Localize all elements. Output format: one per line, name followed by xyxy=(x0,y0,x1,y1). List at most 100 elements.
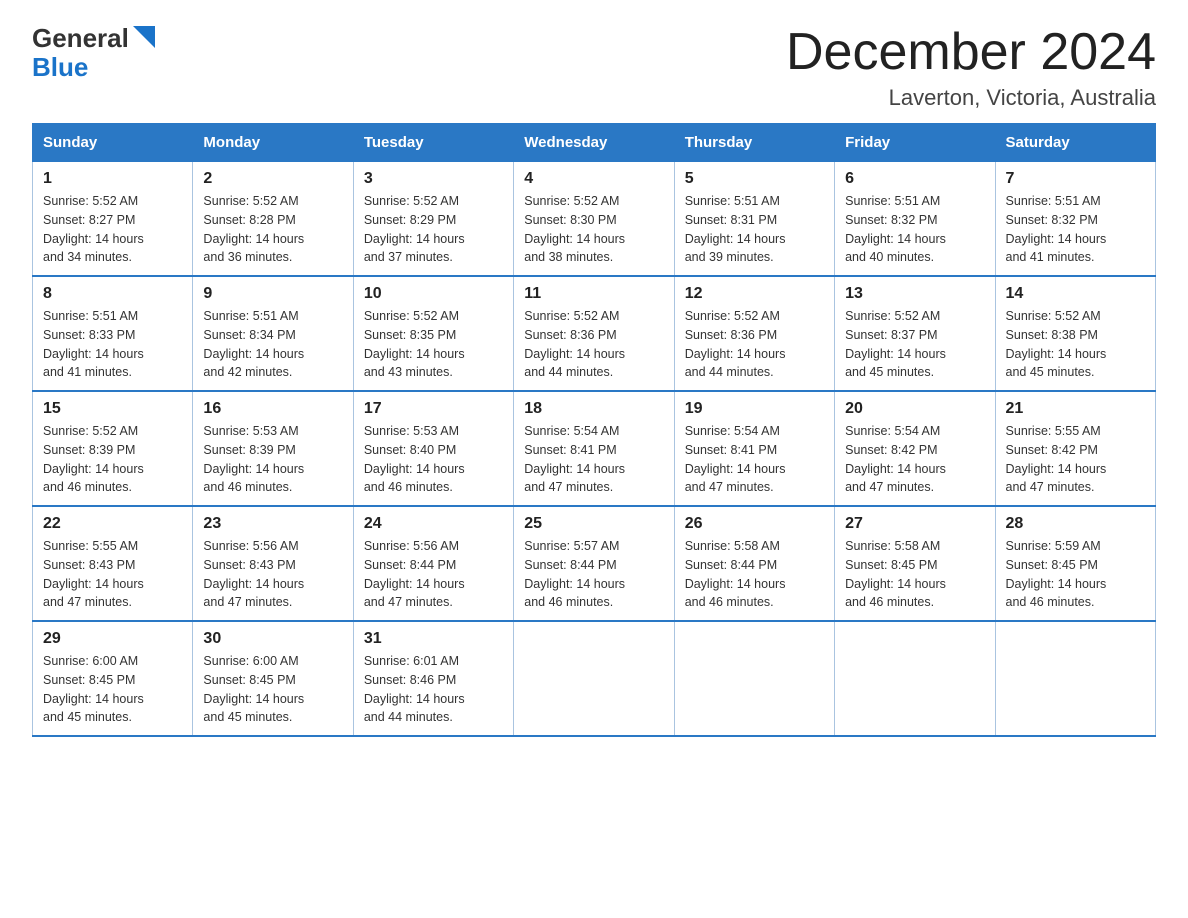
day-number: 8 xyxy=(43,285,182,303)
calendar-cell: 5 Sunrise: 5:51 AMSunset: 8:31 PMDayligh… xyxy=(674,162,834,277)
day-info: Sunrise: 6:01 AMSunset: 8:46 PMDaylight:… xyxy=(364,654,465,724)
day-info: Sunrise: 5:56 AMSunset: 8:44 PMDaylight:… xyxy=(364,539,465,609)
day-number: 26 xyxy=(685,515,824,533)
logo-text-blue: Blue xyxy=(32,53,155,82)
day-info: Sunrise: 5:55 AMSunset: 8:43 PMDaylight:… xyxy=(43,539,144,609)
day-number: 23 xyxy=(203,515,342,533)
day-number: 19 xyxy=(685,400,824,418)
calendar-cell: 24 Sunrise: 5:56 AMSunset: 8:44 PMDaylig… xyxy=(353,506,513,621)
page-header: General Blue December 2024 Laverton, Vic… xyxy=(32,24,1156,111)
location-title: Laverton, Victoria, Australia xyxy=(786,85,1156,111)
day-number: 1 xyxy=(43,170,182,188)
calendar-table: SundayMondayTuesdayWednesdayThursdayFrid… xyxy=(32,123,1156,737)
calendar-cell: 20 Sunrise: 5:54 AMSunset: 8:42 PMDaylig… xyxy=(835,391,995,506)
day-number: 7 xyxy=(1006,170,1145,188)
day-info: Sunrise: 5:57 AMSunset: 8:44 PMDaylight:… xyxy=(524,539,625,609)
day-header-saturday: Saturday xyxy=(995,124,1155,162)
calendar-cell: 2 Sunrise: 5:52 AMSunset: 8:28 PMDayligh… xyxy=(193,162,353,277)
week-row-2: 8 Sunrise: 5:51 AMSunset: 8:33 PMDayligh… xyxy=(33,276,1156,391)
day-info: Sunrise: 5:52 AMSunset: 8:39 PMDaylight:… xyxy=(43,424,144,494)
day-number: 10 xyxy=(364,285,503,303)
week-row-3: 15 Sunrise: 5:52 AMSunset: 8:39 PMDaylig… xyxy=(33,391,1156,506)
calendar-cell: 22 Sunrise: 5:55 AMSunset: 8:43 PMDaylig… xyxy=(33,506,193,621)
day-number: 3 xyxy=(364,170,503,188)
day-info: Sunrise: 5:58 AMSunset: 8:45 PMDaylight:… xyxy=(845,539,946,609)
day-info: Sunrise: 5:54 AMSunset: 8:42 PMDaylight:… xyxy=(845,424,946,494)
calendar-cell: 17 Sunrise: 5:53 AMSunset: 8:40 PMDaylig… xyxy=(353,391,513,506)
calendar-cell: 10 Sunrise: 5:52 AMSunset: 8:35 PMDaylig… xyxy=(353,276,513,391)
day-header-monday: Monday xyxy=(193,124,353,162)
day-number: 6 xyxy=(845,170,984,188)
day-number: 22 xyxy=(43,515,182,533)
day-info: Sunrise: 5:52 AMSunset: 8:36 PMDaylight:… xyxy=(524,309,625,379)
calendar-cell: 3 Sunrise: 5:52 AMSunset: 8:29 PMDayligh… xyxy=(353,162,513,277)
day-number: 5 xyxy=(685,170,824,188)
day-info: Sunrise: 5:54 AMSunset: 8:41 PMDaylight:… xyxy=(524,424,625,494)
day-number: 16 xyxy=(203,400,342,418)
week-row-1: 1 Sunrise: 5:52 AMSunset: 8:27 PMDayligh… xyxy=(33,162,1156,277)
calendar-cell xyxy=(674,621,834,736)
calendar-cell: 11 Sunrise: 5:52 AMSunset: 8:36 PMDaylig… xyxy=(514,276,674,391)
day-info: Sunrise: 5:54 AMSunset: 8:41 PMDaylight:… xyxy=(685,424,786,494)
calendar-cell: 19 Sunrise: 5:54 AMSunset: 8:41 PMDaylig… xyxy=(674,391,834,506)
day-info: Sunrise: 5:51 AMSunset: 8:32 PMDaylight:… xyxy=(1006,194,1107,264)
day-number: 2 xyxy=(203,170,342,188)
month-title: December 2024 xyxy=(786,24,1156,81)
calendar-cell: 18 Sunrise: 5:54 AMSunset: 8:41 PMDaylig… xyxy=(514,391,674,506)
title-block: December 2024 Laverton, Victoria, Austra… xyxy=(786,24,1156,111)
day-info: Sunrise: 5:51 AMSunset: 8:34 PMDaylight:… xyxy=(203,309,304,379)
calendar-cell: 7 Sunrise: 5:51 AMSunset: 8:32 PMDayligh… xyxy=(995,162,1155,277)
day-number: 28 xyxy=(1006,515,1145,533)
day-info: Sunrise: 5:56 AMSunset: 8:43 PMDaylight:… xyxy=(203,539,304,609)
calendar-cell xyxy=(835,621,995,736)
day-number: 25 xyxy=(524,515,663,533)
day-number: 12 xyxy=(685,285,824,303)
day-info: Sunrise: 5:51 AMSunset: 8:31 PMDaylight:… xyxy=(685,194,786,264)
day-number: 30 xyxy=(203,630,342,648)
day-info: Sunrise: 5:51 AMSunset: 8:32 PMDaylight:… xyxy=(845,194,946,264)
day-number: 9 xyxy=(203,285,342,303)
day-info: Sunrise: 5:52 AMSunset: 8:28 PMDaylight:… xyxy=(203,194,304,264)
day-info: Sunrise: 5:53 AMSunset: 8:39 PMDaylight:… xyxy=(203,424,304,494)
calendar-cell xyxy=(514,621,674,736)
day-number: 15 xyxy=(43,400,182,418)
day-number: 21 xyxy=(1006,400,1145,418)
day-info: Sunrise: 5:52 AMSunset: 8:27 PMDaylight:… xyxy=(43,194,144,264)
day-number: 20 xyxy=(845,400,984,418)
calendar-cell: 12 Sunrise: 5:52 AMSunset: 8:36 PMDaylig… xyxy=(674,276,834,391)
day-info: Sunrise: 5:59 AMSunset: 8:45 PMDaylight:… xyxy=(1006,539,1107,609)
day-number: 27 xyxy=(845,515,984,533)
day-header-sunday: Sunday xyxy=(33,124,193,162)
calendar-cell: 9 Sunrise: 5:51 AMSunset: 8:34 PMDayligh… xyxy=(193,276,353,391)
logo-triangle-icon xyxy=(133,26,155,48)
day-header-tuesday: Tuesday xyxy=(353,124,513,162)
week-row-5: 29 Sunrise: 6:00 AMSunset: 8:45 PMDaylig… xyxy=(33,621,1156,736)
calendar-cell: 1 Sunrise: 5:52 AMSunset: 8:27 PMDayligh… xyxy=(33,162,193,277)
day-number: 18 xyxy=(524,400,663,418)
calendar-cell: 30 Sunrise: 6:00 AMSunset: 8:45 PMDaylig… xyxy=(193,621,353,736)
calendar-cell: 28 Sunrise: 5:59 AMSunset: 8:45 PMDaylig… xyxy=(995,506,1155,621)
calendar-cell: 26 Sunrise: 5:58 AMSunset: 8:44 PMDaylig… xyxy=(674,506,834,621)
day-number: 31 xyxy=(364,630,503,648)
calendar-cell: 8 Sunrise: 5:51 AMSunset: 8:33 PMDayligh… xyxy=(33,276,193,391)
day-number: 4 xyxy=(524,170,663,188)
calendar-cell: 27 Sunrise: 5:58 AMSunset: 8:45 PMDaylig… xyxy=(835,506,995,621)
calendar-cell: 13 Sunrise: 5:52 AMSunset: 8:37 PMDaylig… xyxy=(835,276,995,391)
day-number: 13 xyxy=(845,285,984,303)
day-info: Sunrise: 5:51 AMSunset: 8:33 PMDaylight:… xyxy=(43,309,144,379)
calendar-cell: 6 Sunrise: 5:51 AMSunset: 8:32 PMDayligh… xyxy=(835,162,995,277)
day-info: Sunrise: 5:52 AMSunset: 8:38 PMDaylight:… xyxy=(1006,309,1107,379)
day-header-wednesday: Wednesday xyxy=(514,124,674,162)
day-info: Sunrise: 5:52 AMSunset: 8:29 PMDaylight:… xyxy=(364,194,465,264)
day-info: Sunrise: 5:58 AMSunset: 8:44 PMDaylight:… xyxy=(685,539,786,609)
day-number: 17 xyxy=(364,400,503,418)
day-info: Sunrise: 6:00 AMSunset: 8:45 PMDaylight:… xyxy=(203,654,304,724)
day-info: Sunrise: 5:52 AMSunset: 8:30 PMDaylight:… xyxy=(524,194,625,264)
day-info: Sunrise: 5:52 AMSunset: 8:37 PMDaylight:… xyxy=(845,309,946,379)
calendar-cell: 25 Sunrise: 5:57 AMSunset: 8:44 PMDaylig… xyxy=(514,506,674,621)
calendar-cell: 15 Sunrise: 5:52 AMSunset: 8:39 PMDaylig… xyxy=(33,391,193,506)
calendar-cell: 14 Sunrise: 5:52 AMSunset: 8:38 PMDaylig… xyxy=(995,276,1155,391)
day-number: 11 xyxy=(524,285,663,303)
week-row-4: 22 Sunrise: 5:55 AMSunset: 8:43 PMDaylig… xyxy=(33,506,1156,621)
day-number: 24 xyxy=(364,515,503,533)
